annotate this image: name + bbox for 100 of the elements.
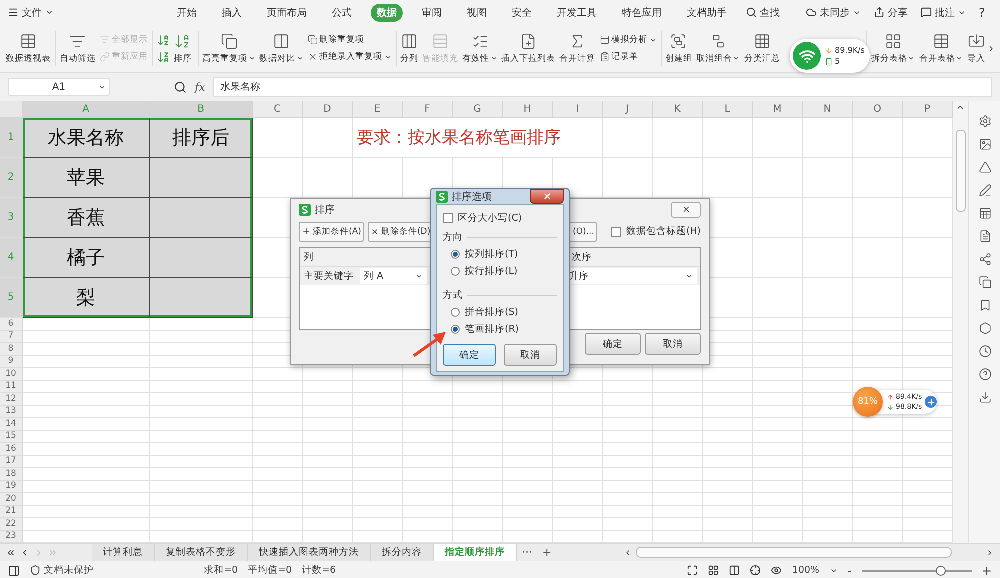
case-checkbox[interactable]: 区分大小写(C) bbox=[443, 211, 557, 225]
ribbon-button[interactable]: 数据对比 bbox=[258, 25, 306, 72]
column-header[interactable]: K bbox=[653, 101, 703, 118]
ribbon-button[interactable]: 分类汇总 bbox=[742, 25, 782, 72]
ribbon-button[interactable]: 分列 bbox=[398, 25, 420, 72]
menu-tab[interactable]: 开始 bbox=[171, 4, 203, 22]
column-header[interactable]: D bbox=[303, 101, 353, 118]
ribbon-button[interactable]: 创建组 bbox=[663, 25, 694, 72]
radio-option[interactable]: 笔画排序(R) bbox=[443, 322, 557, 336]
ribbon-button[interactable]: 导入 bbox=[965, 25, 988, 72]
zoom-out-button[interactable]: - bbox=[848, 564, 852, 578]
ribbon-button[interactable]: 有效性 bbox=[460, 25, 500, 72]
row-header[interactable]: 7 bbox=[0, 330, 23, 343]
radio-option[interactable]: 按行排序(L) bbox=[443, 264, 557, 278]
sheet-tab[interactable]: 拆分内容 bbox=[371, 544, 434, 561]
ok-button[interactable]: 确定 bbox=[585, 333, 641, 356]
row-header[interactable]: 14 bbox=[0, 418, 23, 430]
menu-tab[interactable]: 视图 bbox=[461, 4, 493, 22]
row-header[interactable]: 16 bbox=[0, 443, 23, 456]
row-header[interactable]: 19 bbox=[0, 480, 23, 493]
table-cell: 要求：按水果名称笔画排序 bbox=[353, 118, 603, 158]
column-header[interactable]: H bbox=[503, 101, 553, 118]
ok-button[interactable]: 确定 bbox=[443, 344, 496, 366]
row-header[interactable]: 20 bbox=[0, 493, 23, 506]
column-header[interactable]: I bbox=[553, 101, 603, 118]
ribbon-button[interactable]: 合并计算 bbox=[558, 25, 598, 72]
section-title: 方式 bbox=[443, 289, 463, 302]
help-button[interactable]: ? bbox=[979, 6, 986, 20]
sort-button[interactable]: 排序 bbox=[172, 32, 194, 64]
zoom-in-button[interactable]: + bbox=[982, 564, 992, 578]
column-header[interactable]: E bbox=[353, 101, 403, 118]
share-button[interactable]: 分享 bbox=[874, 6, 908, 20]
menu-tab[interactable]: 开发工具 bbox=[551, 4, 603, 22]
add-sheet-button[interactable]: + bbox=[538, 544, 557, 561]
radio-option[interactable]: 拼音排序(S) bbox=[443, 305, 557, 319]
status-stat: 计数=6 bbox=[302, 564, 336, 577]
protection-status[interactable]: 文档未保护 bbox=[30, 564, 94, 577]
sheet-tab[interactable]: 指定顺序排序 bbox=[434, 544, 517, 561]
menu-tab[interactable]: 安全 bbox=[506, 4, 538, 22]
row-header[interactable]: 17 bbox=[0, 456, 23, 468]
ribbon-button[interactable]: 删除重复项 bbox=[308, 34, 392, 46]
column-header[interactable]: G bbox=[453, 101, 503, 118]
row-header[interactable]: 18 bbox=[0, 468, 23, 480]
column-header[interactable]: O bbox=[853, 101, 903, 118]
row-header[interactable]: 21 bbox=[0, 506, 23, 518]
sync-button[interactable]: 未同步 bbox=[806, 6, 861, 20]
more-sheets-button[interactable]: ··· bbox=[517, 544, 538, 561]
ribbon-button[interactable]: 插入下拉列表 bbox=[500, 25, 558, 72]
ribbon-button[interactable]: 自动筛选 bbox=[58, 25, 98, 72]
search-button[interactable]: 查找 bbox=[746, 6, 780, 20]
ribbon-button[interactable]: 拆分表格 bbox=[869, 25, 918, 72]
row-header[interactable]: 13 bbox=[0, 406, 23, 418]
column-header[interactable]: F bbox=[403, 101, 453, 118]
key-select[interactable]: 列 A bbox=[360, 268, 427, 284]
formula-field[interactable]: 水果名称 bbox=[213, 77, 992, 97]
row-header[interactable]: 10 bbox=[0, 368, 23, 380]
header-checkbox[interactable]: 数据包含标题(H) bbox=[611, 224, 701, 239]
menu-tab[interactable]: 插入 bbox=[216, 4, 248, 22]
column-header[interactable]: N bbox=[803, 101, 853, 118]
ribbon-button[interactable]: 合并表格 bbox=[917, 25, 966, 72]
add-condition-button[interactable]: 添加条件(A) bbox=[299, 222, 364, 242]
comment-button[interactable]: 批注 bbox=[921, 6, 966, 20]
cancel-button[interactable]: 取消 bbox=[645, 333, 701, 356]
ribbon-button[interactable]: 拒绝录入重复项 bbox=[308, 51, 392, 63]
row-header[interactable]: 8 bbox=[0, 343, 23, 356]
menu-tab[interactable]: 公式 bbox=[326, 4, 358, 22]
menu-tab[interactable]: 页面布局 bbox=[261, 4, 313, 22]
ribbon-button[interactable]: 模拟分析 bbox=[600, 34, 656, 46]
radio-option[interactable]: 按列排序(T) bbox=[443, 247, 557, 261]
key-label: 主要关键字 bbox=[303, 270, 355, 283]
column-header[interactable]: L bbox=[703, 101, 753, 118]
row-header[interactable]: 9 bbox=[0, 356, 23, 368]
sheet-tab[interactable]: 复制表格不变形 bbox=[155, 544, 248, 561]
ribbon-button[interactable]: 取消组合 bbox=[694, 25, 742, 72]
column-title: 列 bbox=[303, 250, 314, 264]
row-header[interactable]: 15 bbox=[0, 430, 23, 443]
ribbon-button[interactable]: 数据透视表 bbox=[4, 25, 53, 72]
ribbon-button[interactable]: 记录单 bbox=[600, 51, 656, 63]
row-header[interactable]: 11 bbox=[0, 380, 23, 393]
name-box[interactable]: A1 bbox=[8, 78, 110, 96]
table-cell: 排序后 bbox=[150, 118, 253, 158]
sheet-tab[interactable]: 计算利息 bbox=[92, 544, 155, 561]
sheet-tab[interactable]: 快速插入图表两种方法 bbox=[248, 544, 371, 561]
menu-tab[interactable]: 审阅 bbox=[416, 4, 448, 22]
zoom-level[interactable]: 100% bbox=[792, 565, 820, 576]
fx-label: fx bbox=[195, 80, 206, 94]
column-header[interactable]: J bbox=[603, 101, 653, 118]
column-header[interactable]: C bbox=[253, 101, 303, 118]
menu-tab[interactable]: 特色应用 bbox=[616, 4, 668, 22]
table-cell: 橘子 bbox=[23, 238, 150, 278]
row-header[interactable]: 23 bbox=[0, 530, 23, 543]
ribbon-button[interactable]: 高亮重复项 bbox=[200, 25, 258, 72]
column-header[interactable]: M bbox=[753, 101, 803, 118]
menu-tab[interactable]: 文档助手 bbox=[681, 4, 733, 22]
cancel-button[interactable]: 取消 bbox=[504, 344, 557, 366]
column-header[interactable]: P bbox=[903, 101, 953, 118]
row-header[interactable]: 6 bbox=[0, 318, 23, 330]
row-header[interactable]: 22 bbox=[0, 518, 23, 530]
row-header[interactable]: 12 bbox=[0, 393, 23, 406]
file-menu[interactable]: 文件 bbox=[8, 6, 54, 20]
